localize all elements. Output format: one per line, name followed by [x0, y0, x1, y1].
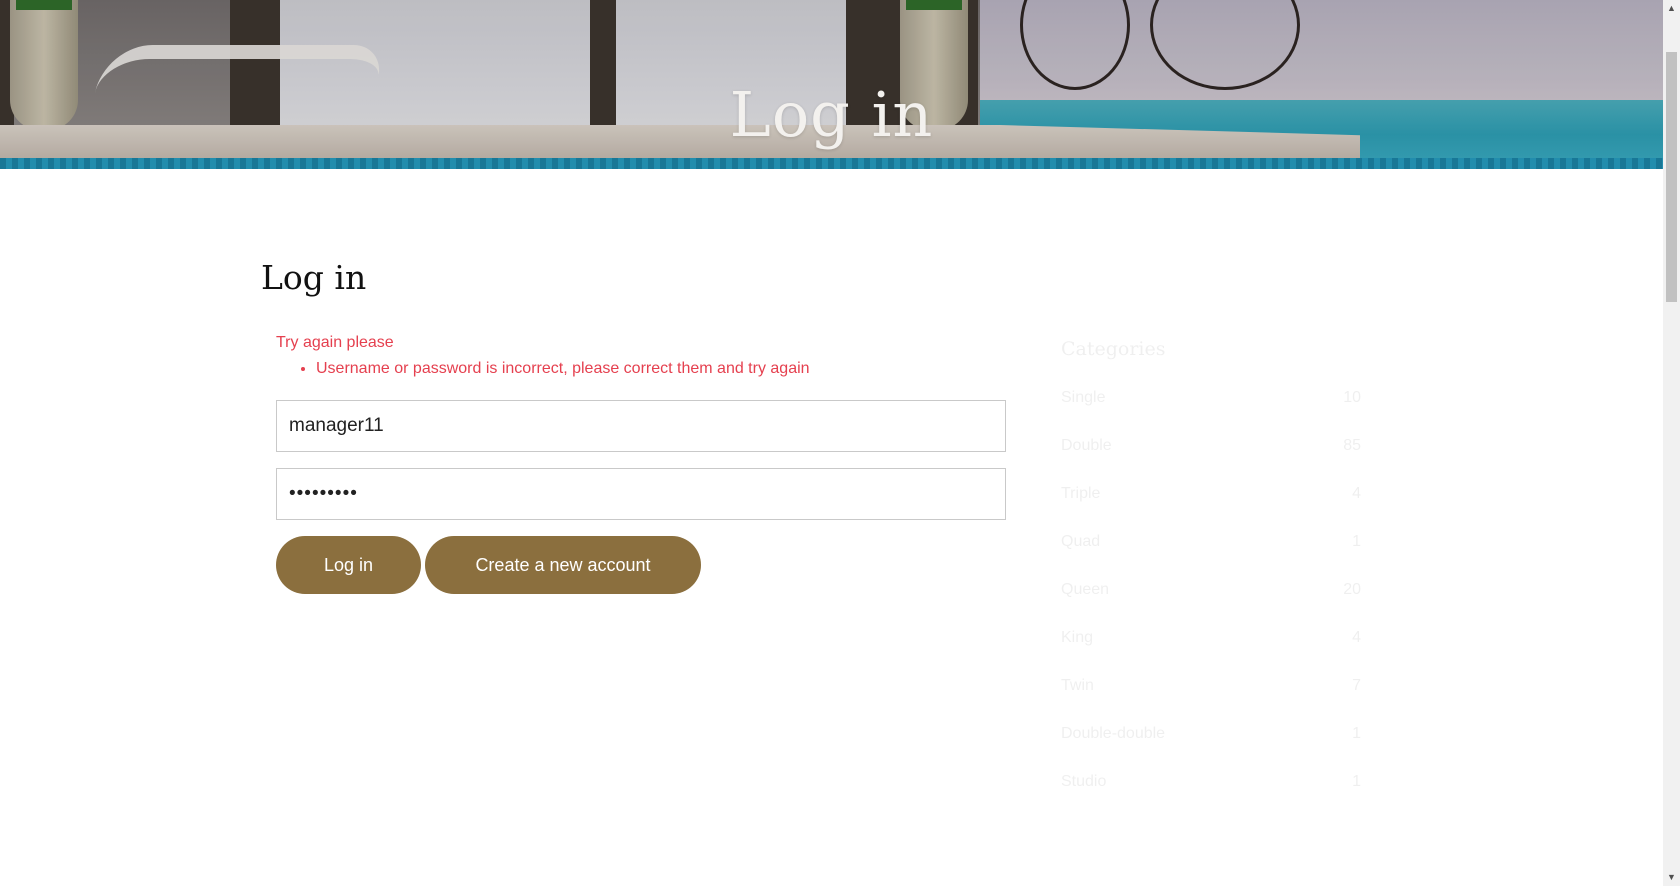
category-count: 1	[1352, 533, 1361, 550]
category-count: 20	[1343, 581, 1361, 598]
error-message: Try again please Username or password is…	[276, 334, 810, 378]
category-label: Double	[1061, 437, 1112, 454]
hero-title: Log in	[729, 78, 934, 151]
category-item[interactable]: King 4	[1061, 614, 1361, 662]
category-label: Studio	[1061, 773, 1107, 790]
category-label: Double-double	[1061, 725, 1166, 742]
category-item[interactable]: Studio 1	[1061, 758, 1361, 806]
category-item[interactable]: Single 10	[1061, 374, 1361, 422]
login-button[interactable]: Log in	[276, 536, 421, 594]
category-count: 10	[1343, 389, 1361, 406]
vertical-scrollbar[interactable]: ▲ ▼	[1663, 0, 1680, 886]
scrollbar-thumb[interactable]	[1666, 52, 1677, 302]
category-label: Twin	[1061, 677, 1094, 694]
categories-sidebar: Categories Single 10 Double 85 Triple 4 Qua…	[1061, 338, 1361, 806]
category-item[interactable]: Quad 1	[1061, 518, 1361, 566]
category-count: 7	[1352, 677, 1361, 694]
error-list: Username or password is incorrect, pleas…	[316, 360, 810, 378]
category-label: Queen	[1061, 581, 1110, 598]
hero-banner: Log in	[0, 0, 1663, 169]
password-input[interactable]	[276, 468, 1006, 520]
category-label: Single	[1061, 389, 1106, 406]
category-item[interactable]: Double-double 1	[1061, 710, 1361, 758]
create-account-button[interactable]: Create a new account	[425, 536, 701, 594]
categories-title: Categories	[1061, 338, 1166, 360]
category-count: 4	[1352, 629, 1361, 646]
username-input[interactable]	[276, 400, 1006, 452]
error-title: Try again please	[276, 334, 394, 351]
category-item[interactable]: Twin 7	[1061, 662, 1361, 710]
scroll-down-icon[interactable]: ▼	[1663, 869, 1680, 886]
scroll-up-icon[interactable]: ▲	[1663, 0, 1680, 17]
category-label: Quad	[1061, 533, 1101, 550]
category-count: 1	[1352, 773, 1361, 790]
category-item[interactable]: Triple 4	[1061, 470, 1361, 518]
category-label: King	[1061, 629, 1094, 646]
category-label: Triple	[1061, 485, 1101, 502]
category-item[interactable]: Queen 20	[1061, 566, 1361, 614]
category-count: 1	[1352, 725, 1361, 742]
category-count: 85	[1343, 437, 1361, 454]
error-item: Username or password is incorrect, pleas…	[316, 360, 810, 378]
category-count: 4	[1352, 485, 1361, 502]
categories-list: Single 10 Double 85 Triple 4 Quad 1 Queen 20 …	[1061, 374, 1361, 806]
category-item[interactable]: Double 85	[1061, 422, 1361, 470]
page-title: Log in	[261, 258, 367, 297]
